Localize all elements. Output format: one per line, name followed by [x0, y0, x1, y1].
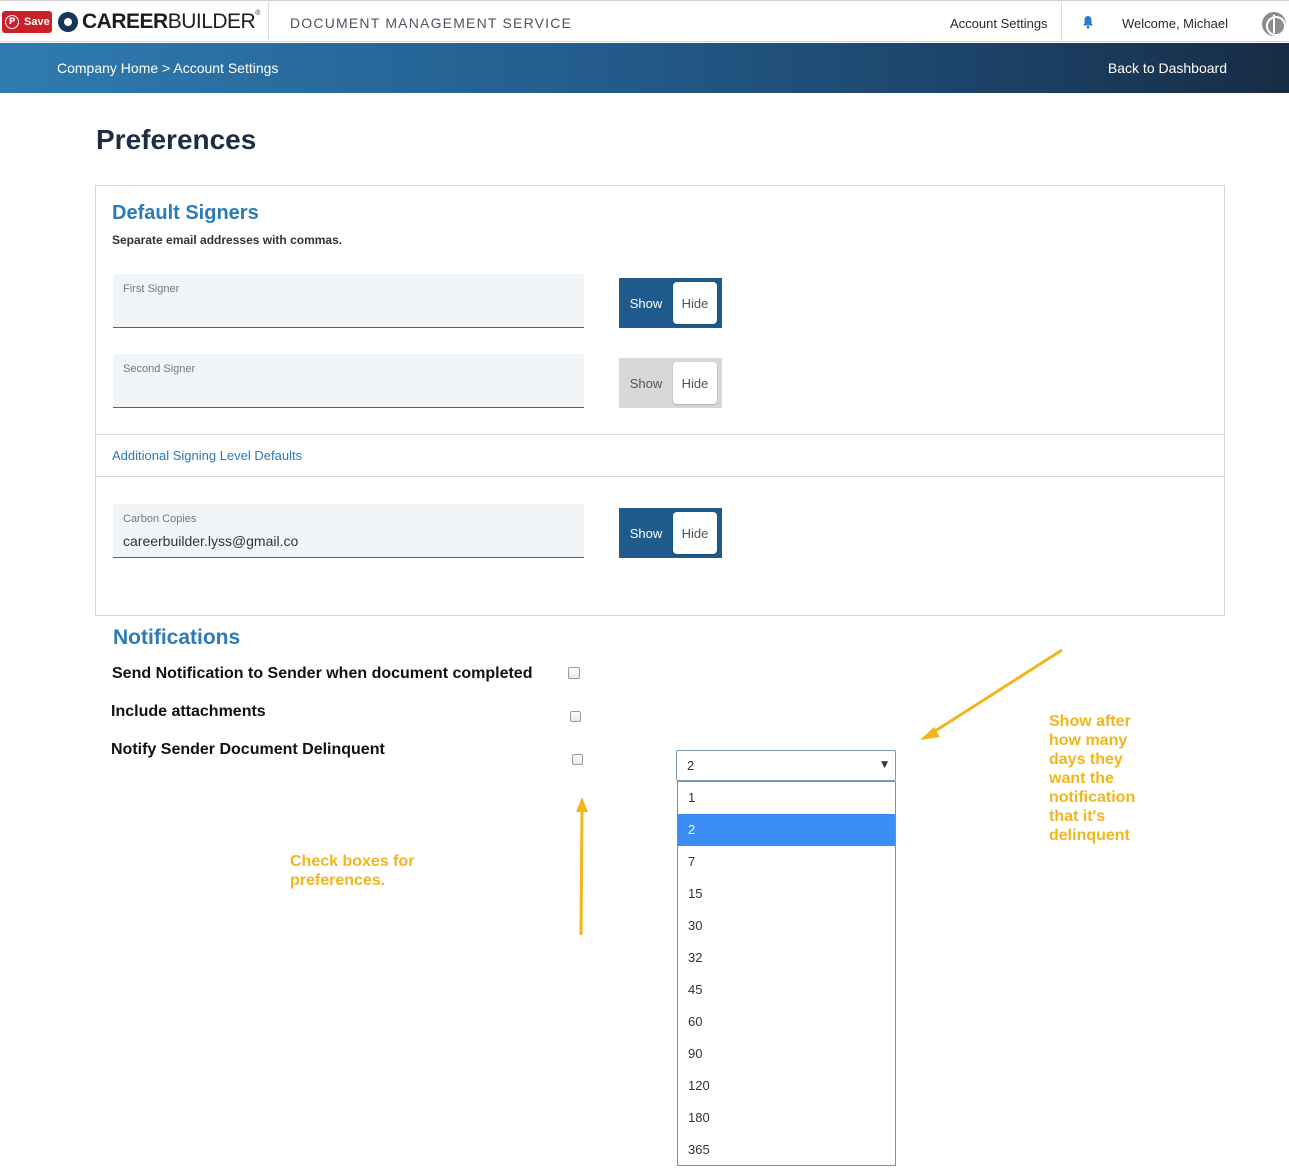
arrow-up-to-checkbox [576, 797, 588, 936]
annotation-arrows [576, 648, 1063, 936]
arrow-to-select [920, 648, 1063, 740]
